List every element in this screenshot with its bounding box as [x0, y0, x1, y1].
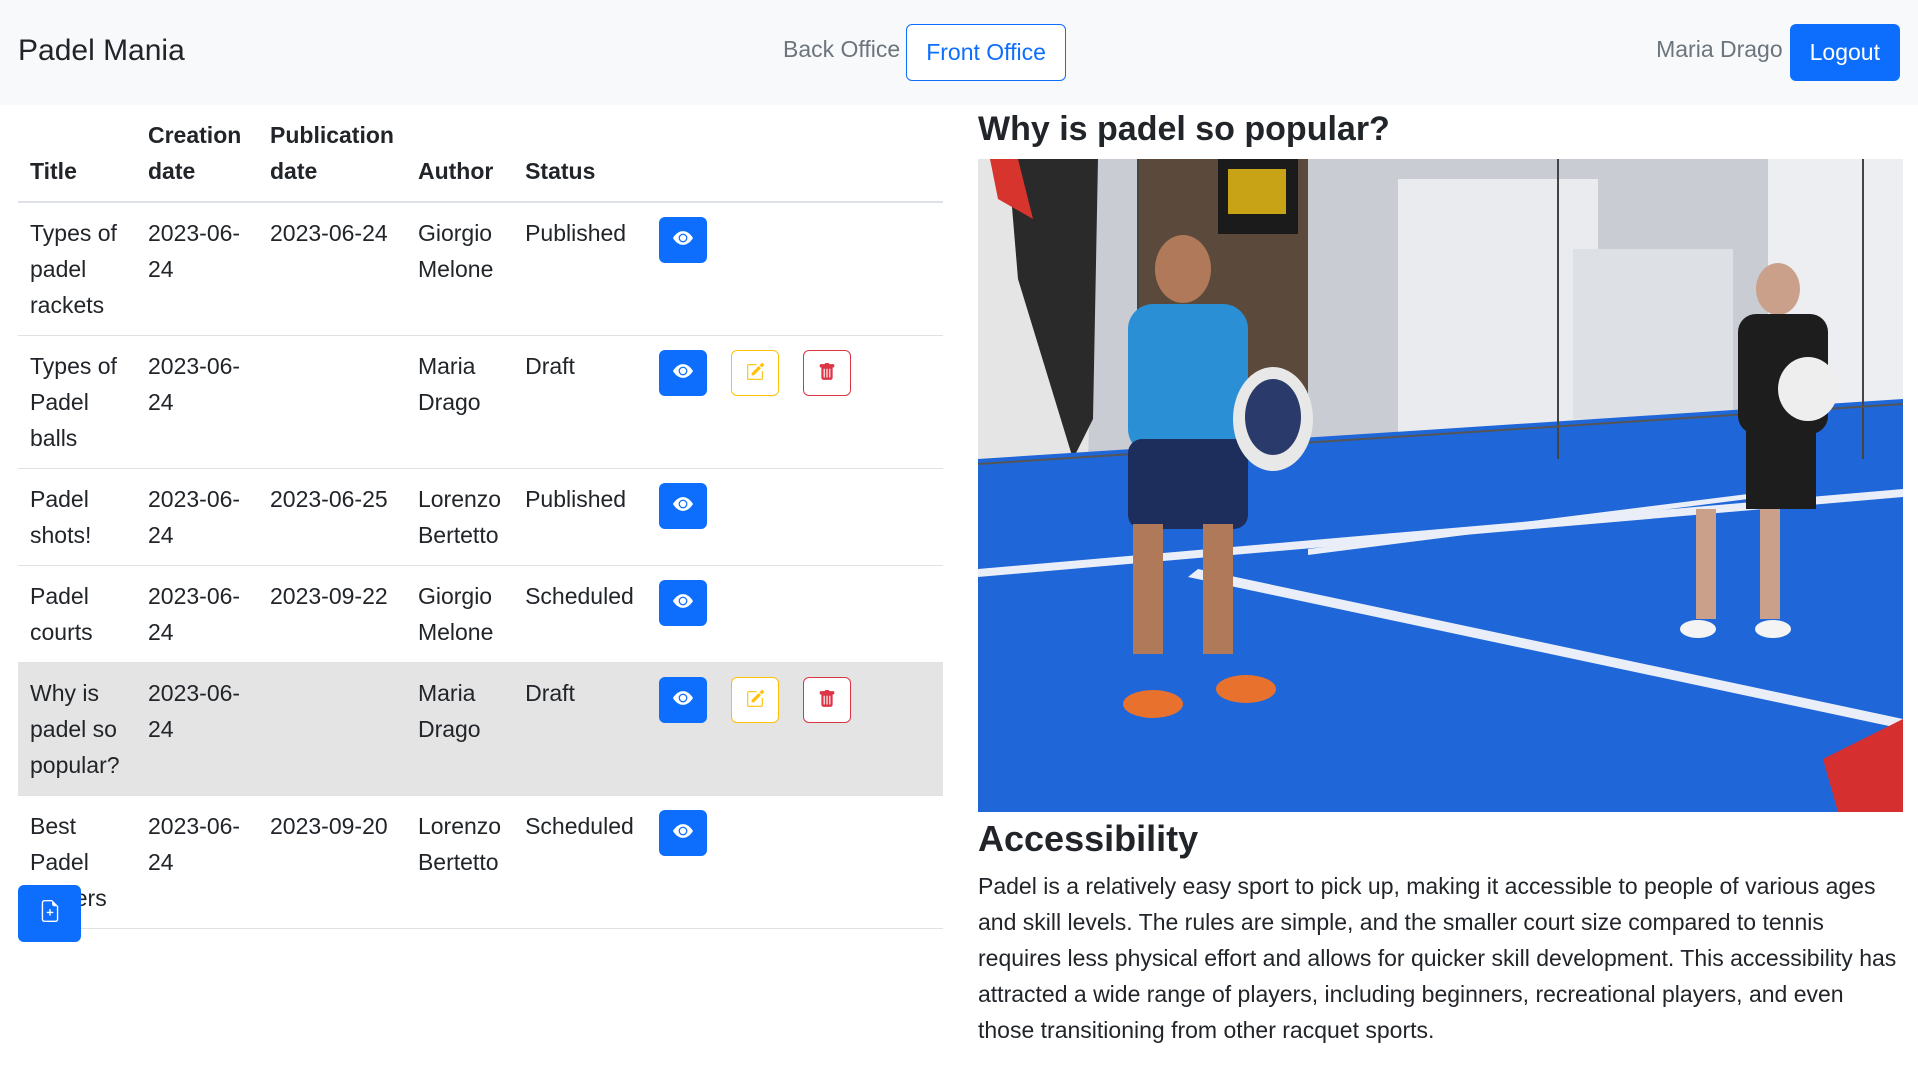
row-actions [659, 675, 931, 723]
eye-icon [673, 682, 694, 718]
cell-title: Types of Padel balls [18, 335, 136, 469]
col-publication-date: Publication date [258, 105, 406, 203]
col-creation-date: Creation date [136, 105, 258, 203]
cell-status: Draft [513, 335, 648, 469]
cell-publication-date: 2023-09-20 [258, 795, 406, 929]
trash-icon [818, 355, 836, 391]
cell-title: Types of padel rackets [18, 202, 136, 336]
view-button[interactable] [659, 217, 708, 263]
cell-actions [647, 202, 943, 336]
eye-icon [673, 815, 694, 851]
edit-button[interactable] [731, 677, 780, 723]
cell-author: Maria Drago [405, 335, 514, 469]
cell-publication-date [258, 662, 406, 796]
cell-author: Lorenzo Bertetto [405, 468, 514, 566]
cell-publication-date: 2023-06-24 [258, 202, 406, 336]
cell-status: Scheduled [513, 565, 648, 663]
user-area: Maria Drago Logout [1656, 24, 1900, 81]
office-switch: Back Office Front Office [783, 24, 1066, 81]
cell-status: Published [513, 468, 648, 566]
cell-author: Maria Drago [405, 662, 514, 796]
cell-title: Padel courts [18, 565, 136, 663]
new-page-button[interactable] [18, 885, 81, 942]
cell-actions [647, 662, 943, 796]
view-button[interactable] [659, 810, 708, 856]
col-author: Author [405, 105, 514, 203]
cell-creation-date: 2023-06-24 [136, 795, 258, 929]
cell-creation-date: 2023-06-24 [136, 202, 258, 336]
cell-status: Draft [513, 662, 648, 796]
cell-creation-date: 2023-06-24 [136, 335, 258, 469]
article-paragraph: Padel is a relatively easy sport to pick… [978, 873, 1897, 1043]
col-status: Status [513, 105, 648, 203]
table-header-row: Title Creation date Publication date Aut… [18, 105, 943, 203]
front-office-button[interactable]: Front Office [906, 24, 1066, 81]
cell-creation-date: 2023-06-24 [136, 662, 258, 796]
eye-icon [673, 355, 694, 391]
row-actions [659, 215, 931, 263]
pages-panel: Title Creation date Publication date Aut… [18, 105, 943, 942]
cell-publication-date: 2023-09-22 [258, 565, 406, 663]
navbar: Padel Mania Back Office Front Office Mar… [0, 0, 1918, 105]
table-row[interactable]: Why is padel so popular? 2023-06-24 Maria … [18, 662, 943, 796]
pencil-square-icon [746, 355, 764, 391]
cell-author: Giorgio Melone [405, 565, 514, 663]
col-actions [647, 105, 943, 203]
eye-icon [673, 585, 694, 621]
brand-title[interactable]: Padel Mania [18, 34, 185, 68]
row-actions [659, 348, 931, 396]
eye-icon [673, 488, 694, 524]
cell-actions [647, 795, 943, 929]
user-name: Maria Drago [1656, 36, 1783, 62]
cell-actions [647, 335, 943, 469]
table-row[interactable]: Padel shots! 2023-06-24 2023-06-25 Lorenzo … [18, 468, 943, 566]
view-button[interactable] [659, 483, 708, 529]
view-button[interactable] [659, 677, 708, 723]
section-heading: Accessibility [978, 818, 1199, 859]
cell-status: Scheduled [513, 795, 648, 929]
cell-status: Published [513, 202, 648, 336]
delete-button[interactable] [803, 350, 852, 396]
cell-creation-date: 2023-06-24 [136, 565, 258, 663]
cell-publication-date: 2023-06-25 [258, 468, 406, 566]
back-office-link[interactable]: Back Office [783, 36, 900, 69]
article-preview: Why is padel so popular? Accessibility P… [978, 105, 1903, 1048]
table-row[interactable]: Types of Padel balls 2023-06-24 Maria Drag… [18, 335, 943, 469]
cell-publication-date [258, 335, 406, 469]
cell-title: Padel shots! [18, 468, 136, 566]
row-actions [659, 578, 931, 626]
view-button[interactable] [659, 350, 708, 396]
eye-icon [673, 222, 694, 258]
logout-button[interactable]: Logout [1789, 24, 1900, 81]
cell-creation-date: 2023-06-24 [136, 468, 258, 566]
cell-author: Giorgio Melone [405, 202, 514, 336]
table-row[interactable]: Padel courts 2023-06-24 2023-09-22 Giorgio … [18, 565, 943, 663]
cell-author: Lorenzo Bertetto [405, 795, 514, 929]
cell-actions [647, 565, 943, 663]
article-image [978, 159, 1903, 812]
row-actions [659, 808, 931, 856]
trash-icon [818, 682, 836, 718]
row-actions [659, 481, 931, 529]
view-button[interactable] [659, 580, 708, 626]
file-plus-icon [39, 899, 61, 928]
pages-table: Title Creation date Publication date Aut… [18, 105, 943, 929]
table-body: Types of padel rackets 2023-06-24 2023-06-… [18, 202, 943, 929]
delete-button[interactable] [803, 677, 852, 723]
cell-title: Why is padel so popular? [18, 662, 136, 796]
cell-actions [647, 468, 943, 566]
article-title: Why is padel so popular? [978, 110, 1390, 148]
edit-button[interactable] [731, 350, 780, 396]
col-title: Title [18, 105, 136, 203]
pencil-square-icon [746, 682, 764, 718]
table-row[interactable]: Types of padel rackets 2023-06-24 2023-06-… [18, 202, 943, 336]
table-row[interactable]: Best Padel Players2023-06-242023-09-20Lo… [18, 795, 943, 929]
